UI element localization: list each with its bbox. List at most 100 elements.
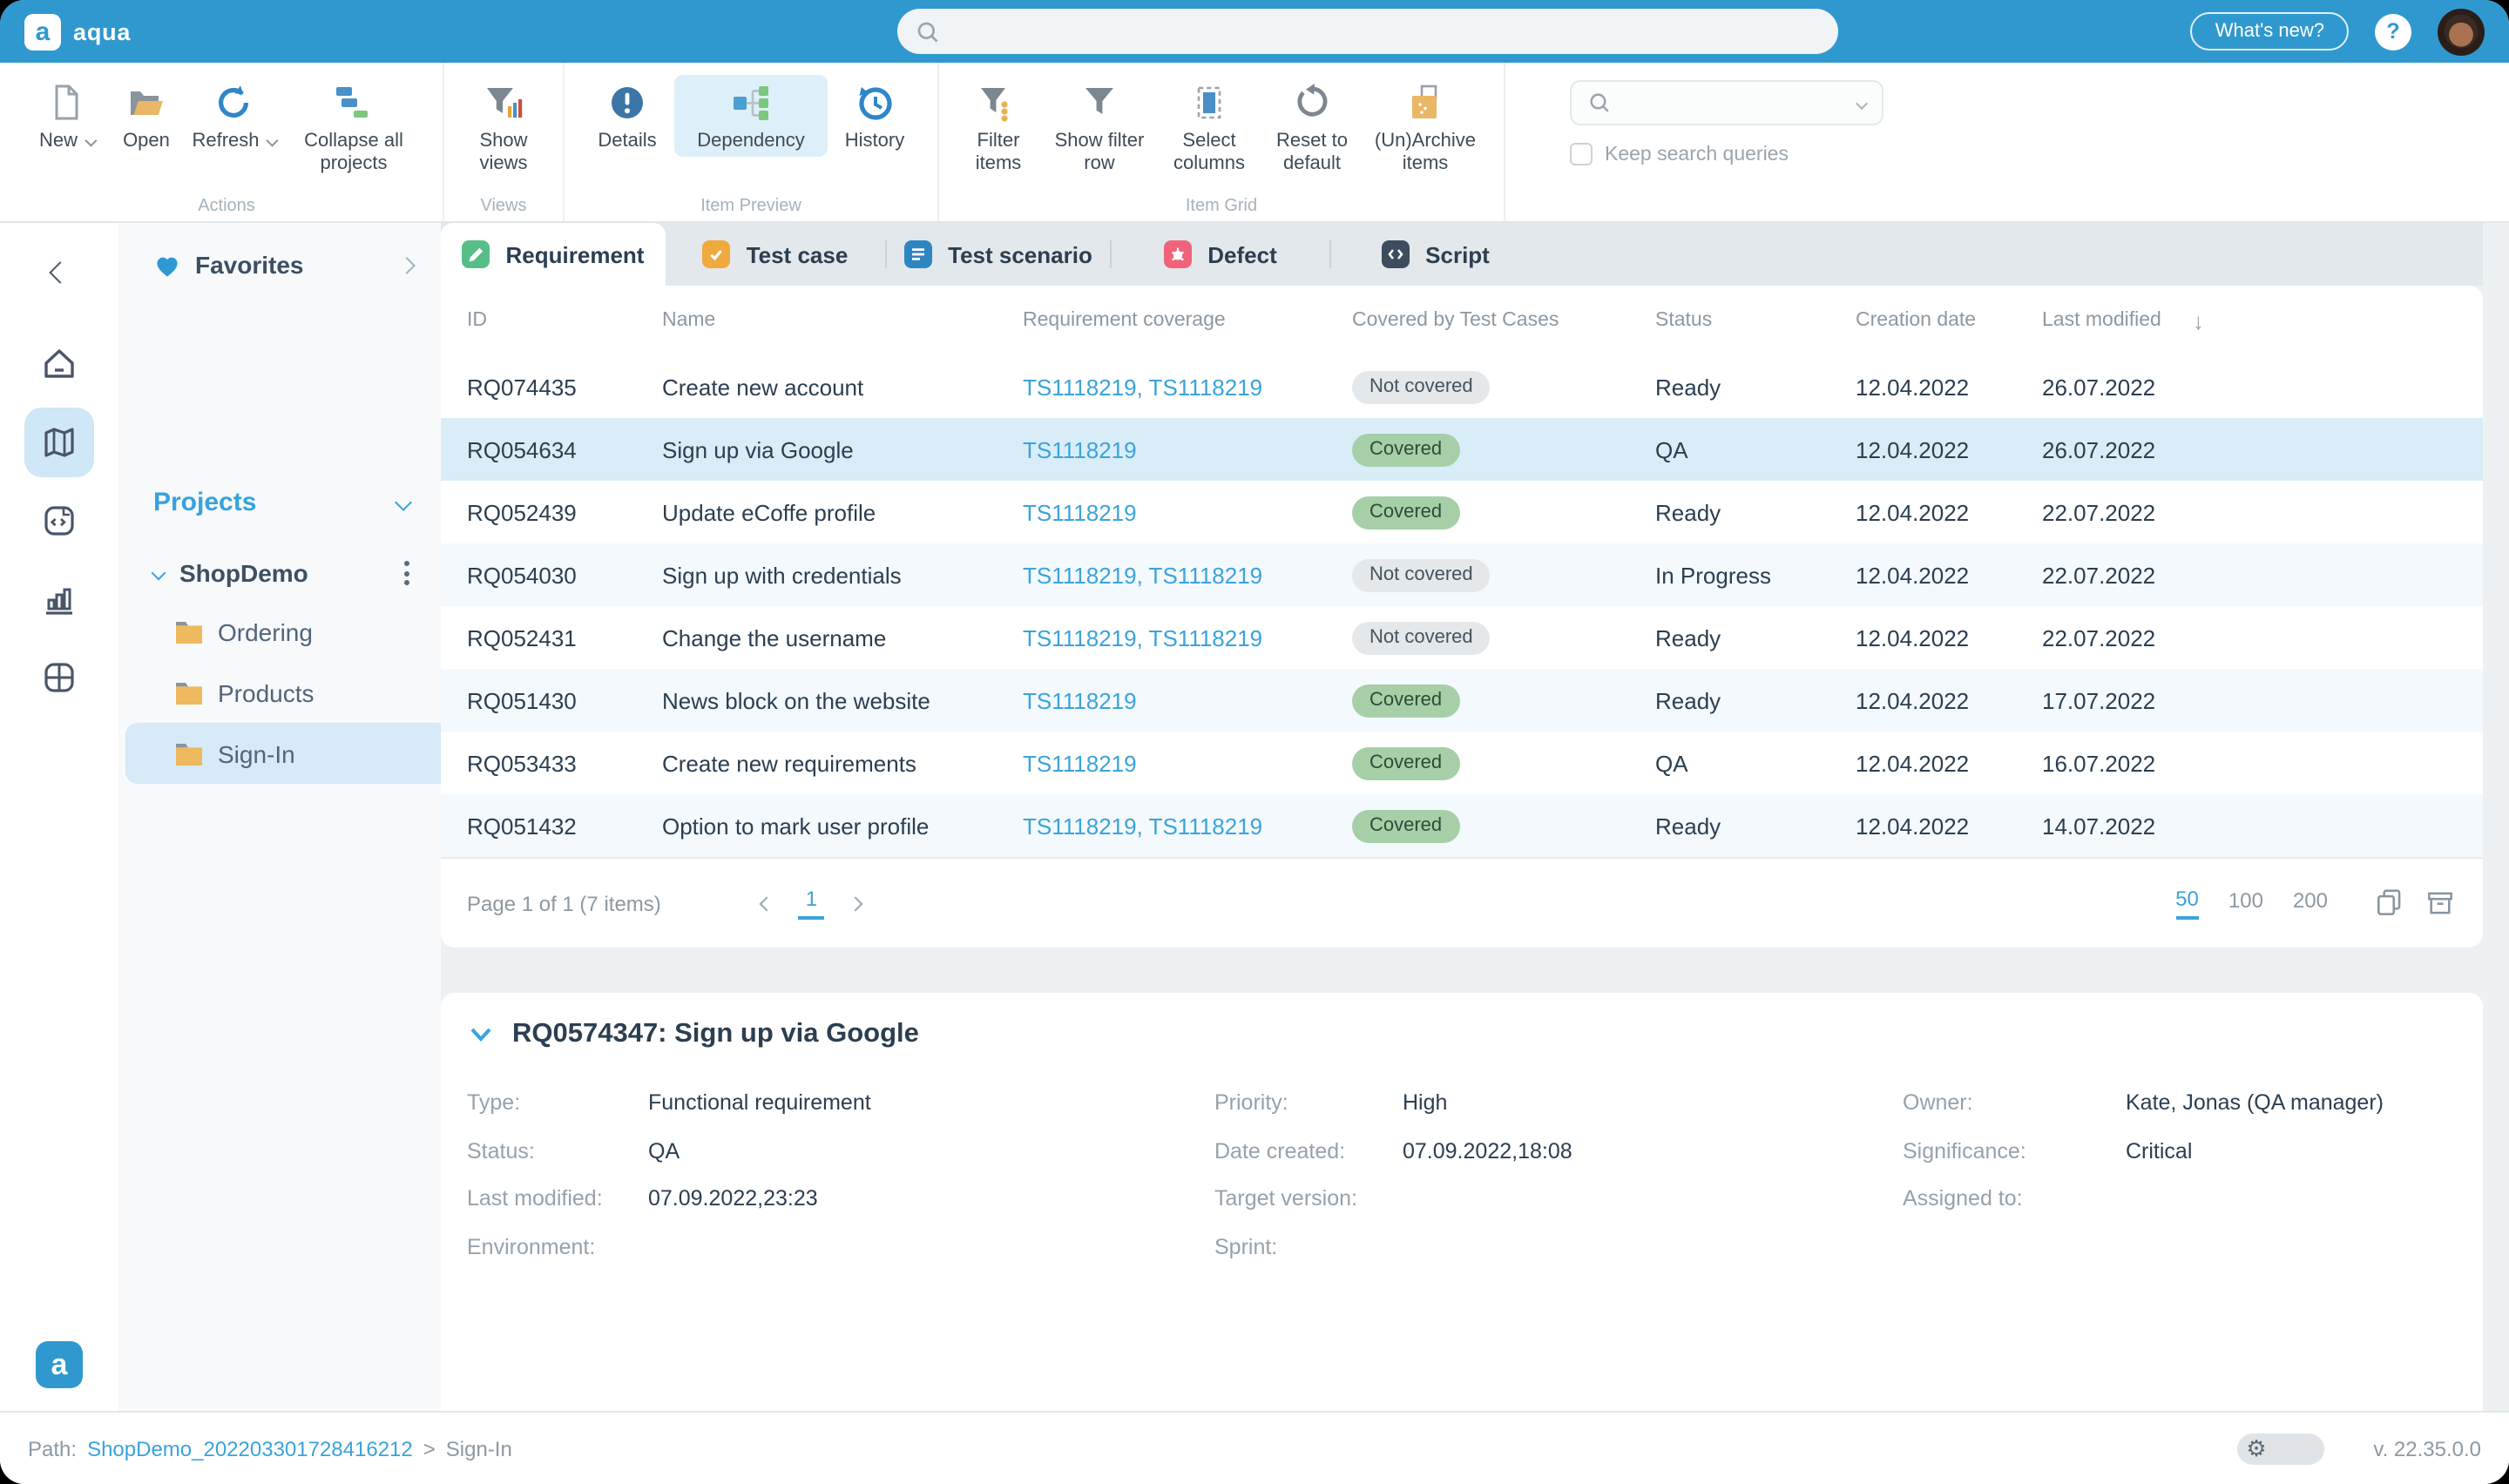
project-node-shopdemo[interactable]: ShopDemo xyxy=(151,559,423,587)
folder-item-products[interactable]: Products xyxy=(125,662,441,723)
coverage-link[interactable]: TS1118219 xyxy=(1023,750,1137,776)
open-button[interactable]: Open xyxy=(106,75,186,156)
page-size-50[interactable]: 50 xyxy=(2175,887,2199,920)
rail-item-dashboard[interactable] xyxy=(24,643,94,712)
dependency-button[interactable]: Dependency xyxy=(674,75,828,156)
grid-search-input[interactable] xyxy=(1570,80,1883,125)
tab-defect[interactable]: Defect xyxy=(1112,223,1329,286)
coverage-link[interactable]: TS1118219, TS1118219 xyxy=(1023,374,1262,400)
help-icon[interactable]: ? xyxy=(2375,13,2411,50)
group-label-item-grid: Item Grid xyxy=(1185,197,1258,216)
page-size-100[interactable]: 100 xyxy=(2228,888,2263,918)
chevron-down-icon[interactable] xyxy=(151,565,166,581)
keep-search-queries-checkbox[interactable] xyxy=(1570,143,1593,165)
field-value xyxy=(2126,1186,2457,1211)
collapse-detail-icon[interactable] xyxy=(467,1022,495,1047)
chevron-down-icon xyxy=(265,134,279,147)
row-modified: 16.07.2022 xyxy=(2042,750,2156,776)
refresh-button[interactable]: Refresh xyxy=(186,75,281,156)
field-value xyxy=(648,1234,1214,1258)
tab-script[interactable]: Script xyxy=(1331,223,1540,286)
archive-box-icon[interactable] xyxy=(2424,887,2457,920)
table-row[interactable]: RQ051430 News block on the website TS111… xyxy=(441,669,2483,732)
row-modified: 22.07.2022 xyxy=(2042,624,2156,651)
col-status[interactable]: Status xyxy=(1655,310,1856,331)
tab-test-scenario[interactable]: Test scenario xyxy=(887,223,1110,286)
status-bar: Path: ShopDemo_202203301728416212 > Sign… xyxy=(0,1411,2509,1484)
current-page[interactable]: 1 xyxy=(798,887,825,920)
select-columns-button[interactable]: Select columns xyxy=(1157,75,1261,178)
show-views-button[interactable]: Show views xyxy=(460,75,547,178)
rail-item-home[interactable] xyxy=(24,329,94,399)
whats-new-button[interactable]: What's new? xyxy=(2190,12,2349,51)
new-document-icon xyxy=(45,80,87,125)
col-created[interactable]: Creation date xyxy=(1856,310,2042,331)
col-covered[interactable]: Covered by Test Cases xyxy=(1352,310,1655,331)
table-row[interactable]: RQ051432 Option to mark user profile TS1… xyxy=(441,794,2483,857)
coverage-link[interactable]: TS1118219 xyxy=(1023,499,1137,525)
favorites-row[interactable]: Favorites xyxy=(153,251,423,279)
chevron-right-icon[interactable] xyxy=(398,256,416,273)
page-size-200[interactable]: 200 xyxy=(2293,888,2328,918)
reset-to-default-label: Reset to default xyxy=(1276,131,1348,173)
col-id[interactable]: ID xyxy=(467,310,662,331)
new-button[interactable]: New xyxy=(26,75,106,156)
table-row[interactable]: RQ053433 Create new requirements TS11182… xyxy=(441,732,2483,794)
tab-requirement[interactable]: Requirement xyxy=(441,223,666,286)
row-created: 12.04.2022 xyxy=(1856,750,1970,776)
rail-item-projects[interactable] xyxy=(24,408,94,477)
coverage-link[interactable]: TS1118219, TS1118219 xyxy=(1023,562,1262,588)
coverage-link[interactable]: TS1118219, TS1118219 xyxy=(1023,624,1262,651)
row-created: 12.04.2022 xyxy=(1856,813,1970,839)
unarchive-items-button[interactable]: (Un)Archive items xyxy=(1363,75,1488,178)
collapse-all-projects-button[interactable]: Collapse all projects xyxy=(281,75,427,178)
folder-item-sign-in[interactable]: Sign-In xyxy=(125,723,441,784)
table-row[interactable]: RQ074435 Create new account TS1118219, T… xyxy=(441,355,2483,418)
tab-label: Script xyxy=(1425,241,1490,267)
folder-item-ordering[interactable]: Ordering xyxy=(125,601,441,662)
sort-desc-icon[interactable]: ↓ xyxy=(2193,307,2204,334)
kebab-menu-icon[interactable] xyxy=(404,561,409,585)
chevron-down-icon xyxy=(84,134,97,147)
next-page-icon[interactable] xyxy=(848,895,863,911)
history-button[interactable]: History xyxy=(828,75,922,156)
copy-icon[interactable] xyxy=(2373,887,2406,920)
table-row[interactable]: RQ052431 Change the username TS1118219, … xyxy=(441,606,2483,669)
rail-item-reports[interactable] xyxy=(24,564,94,634)
col-coverage[interactable]: Requirement coverage xyxy=(1023,310,1352,331)
show-filter-row-button[interactable]: Show filter row xyxy=(1042,75,1157,178)
project-panel: Favorites Projects ShopDemo Ordering Pro… xyxy=(118,223,441,1411)
prev-page-icon[interactable] xyxy=(760,895,775,911)
brand-name: aqua xyxy=(73,18,132,44)
rail-item-automation[interactable] xyxy=(24,486,94,556)
details-button[interactable]: Details xyxy=(580,75,674,156)
row-id: RQ052439 xyxy=(467,499,577,525)
unarchive-icon xyxy=(1404,80,1446,125)
avatar[interactable] xyxy=(2438,8,2485,55)
path-project-link[interactable]: ShopDemo_202203301728416212 xyxy=(87,1436,413,1460)
projects-header[interactable]: Projects xyxy=(153,488,423,517)
table-row[interactable]: RQ054030 Sign up with credentials TS1118… xyxy=(441,543,2483,606)
col-modified[interactable]: Last modified xyxy=(2042,310,2161,331)
collapse-sidebar-icon[interactable] xyxy=(48,261,71,284)
covered-badge: Covered xyxy=(1352,809,1460,842)
settings-toggle[interactable]: ⚙ xyxy=(2237,1433,2325,1464)
chevron-down-icon[interactable] xyxy=(395,494,412,511)
coverage-link[interactable]: TS1118219 xyxy=(1023,436,1137,462)
tab-test-case[interactable]: Test case xyxy=(666,223,885,286)
global-search-input[interactable] xyxy=(897,9,1838,54)
coverage-link[interactable]: TS1118219, TS1118219 xyxy=(1023,813,1262,839)
reset-to-default-button[interactable]: Reset to default xyxy=(1261,75,1363,178)
chevron-down-icon xyxy=(1855,96,1869,110)
refresh-label: Refresh xyxy=(192,131,260,152)
coverage-link[interactable]: TS1118219 xyxy=(1023,687,1137,713)
pagination-bar: Page 1 of 1 (7 items) 1 50 100 200 xyxy=(441,857,2483,948)
row-created: 12.04.2022 xyxy=(1856,374,1970,400)
collapse-label: Collapse all projects xyxy=(304,131,403,173)
table-row[interactable]: RQ052439 Update eCoffe profile TS1118219… xyxy=(441,481,2483,543)
table-row-selected[interactable]: RQ054634 Sign up via Google TS1118219 Co… xyxy=(441,418,2483,481)
col-name[interactable]: Name xyxy=(662,310,1023,331)
filter-items-button[interactable]: Filter items xyxy=(955,75,1042,178)
ribbon-toolbar: New Open Refresh Collapse all projects A… xyxy=(0,63,2509,223)
dependency-label: Dependency xyxy=(697,131,805,152)
